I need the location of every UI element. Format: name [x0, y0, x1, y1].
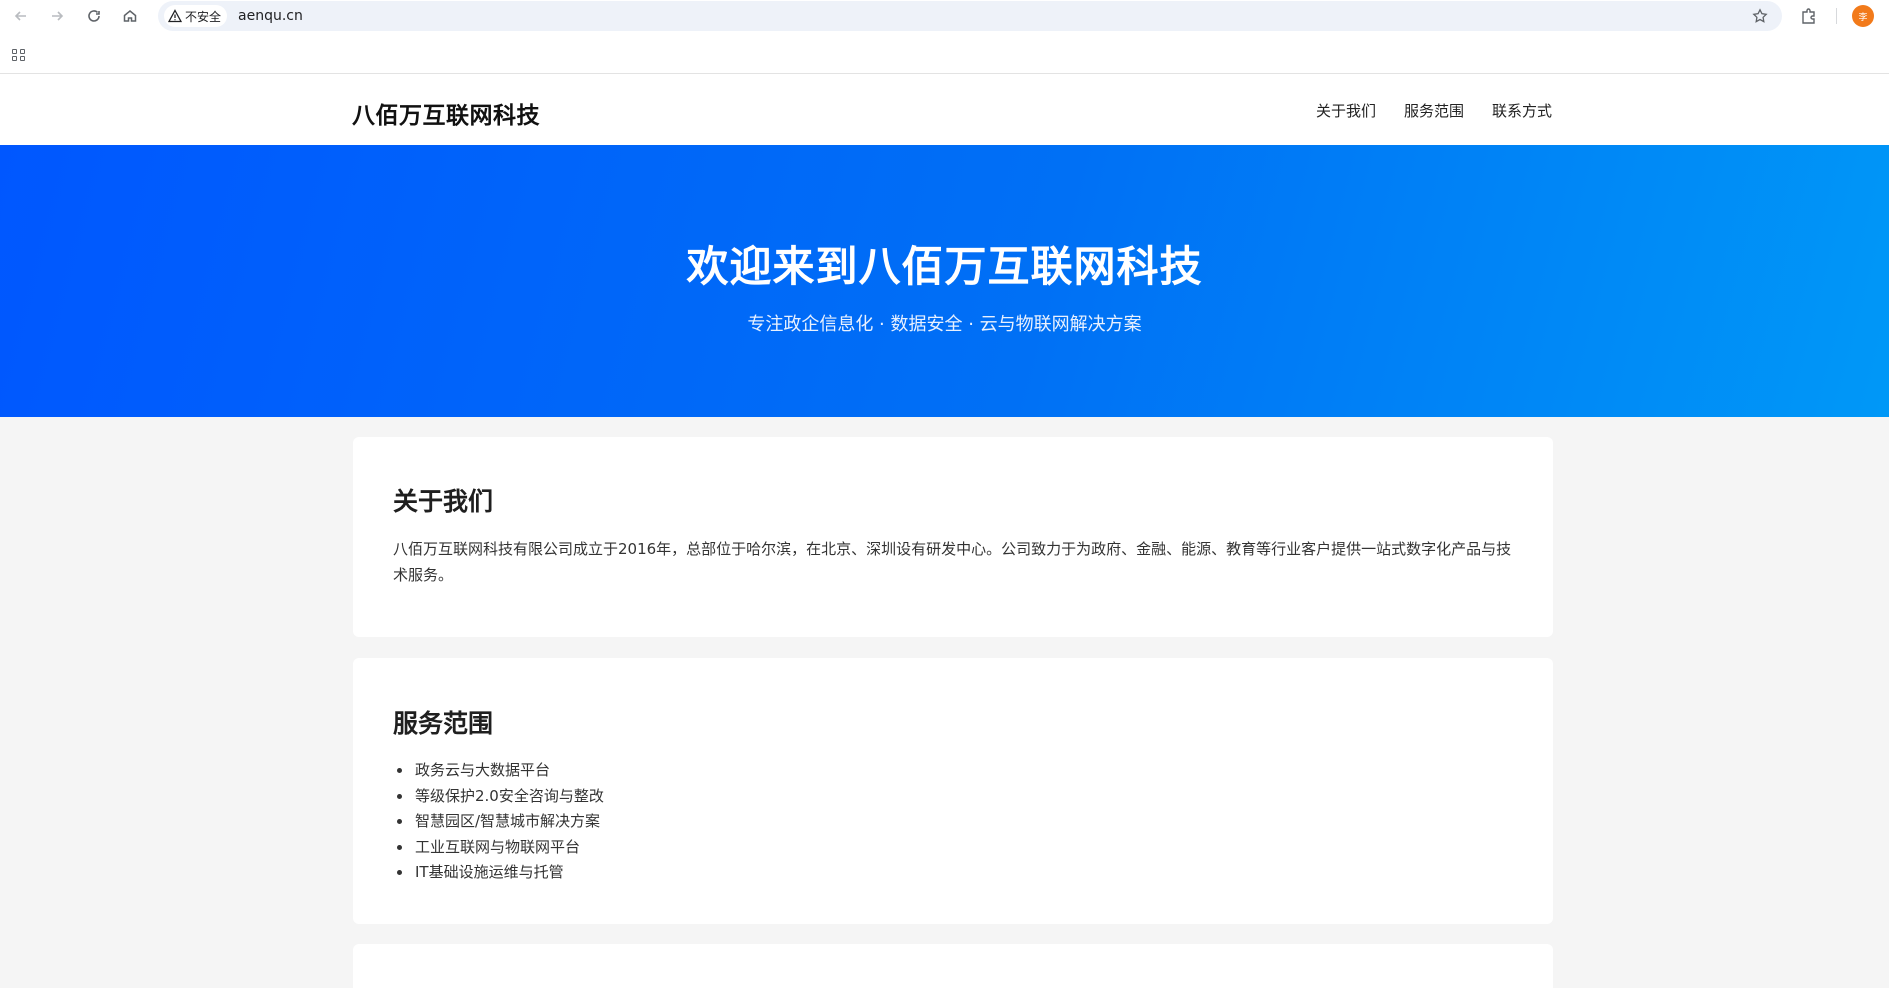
list-item: 智慧园区/智慧城市解决方案: [413, 809, 604, 835]
back-icon[interactable]: [9, 4, 33, 28]
profile-avatar[interactable]: 李: [1852, 5, 1874, 27]
apps-grid-icon[interactable]: [10, 46, 28, 64]
bookmark-star-icon[interactable]: [1750, 6, 1770, 26]
reload-icon[interactable]: [82, 4, 106, 28]
security-label: 不安全: [185, 9, 222, 24]
list-item: IT基础设施运维与托管: [413, 860, 604, 886]
address-bar[interactable]: 不安全 aenqu.cn: [158, 1, 1782, 31]
forward-icon[interactable]: [45, 4, 69, 28]
hero-title: 欢迎来到八佰万互联网科技: [686, 242, 1203, 291]
site-nav: 关于我们 服务范围 联系方式: [1316, 100, 1552, 121]
home-icon[interactable]: [118, 4, 142, 28]
nav-link-services[interactable]: 服务范围: [1404, 100, 1464, 121]
contact-card: [353, 944, 1553, 988]
list-item: 工业互联网与物联网平台: [413, 835, 604, 861]
nav-link-contact[interactable]: 联系方式: [1492, 100, 1552, 121]
list-item: 等级保护2.0安全咨询与整改: [413, 784, 604, 810]
url-text[interactable]: aenqu.cn: [238, 8, 303, 24]
about-text: 八佰万互联网科技有限公司成立于2016年，总部位于哈尔滨，在北京、深圳设有研发中…: [393, 540, 1512, 584]
warning-icon: [168, 9, 182, 23]
site-header: 八佰万互联网科技 关于我们 服务范围 联系方式: [0, 74, 1889, 145]
browser-chrome: 不安全 aenqu.cn 李: [0, 0, 1889, 74]
toolbar-divider: [1836, 8, 1837, 24]
services-card: 服务范围 政务云与大数据平台 等级保护2.0安全咨询与整改 智慧园区/智慧城市解…: [353, 658, 1553, 924]
services-list: 政务云与大数据平台 等级保护2.0安全咨询与整改 智慧园区/智慧城市解决方案 工…: [413, 758, 604, 886]
browser-toolbar: 不安全 aenqu.cn 李: [0, 0, 1889, 32]
hero-subtitle: 专注政企信息化 · 数据安全 · 云与物联网解决方案: [747, 314, 1142, 335]
about-heading: 关于我们: [393, 487, 494, 516]
extensions-icon[interactable]: [1797, 4, 1821, 28]
hero-banner: 欢迎来到八佰万互联网科技 专注政企信息化 · 数据安全 · 云与物联网解决方案: [0, 145, 1889, 417]
bookmarks-bar: [0, 40, 1889, 70]
site-logo[interactable]: 八佰万互联网科技: [352, 96, 540, 130]
security-indicator[interactable]: 不安全: [164, 5, 228, 27]
list-item: 政务云与大数据平台: [413, 758, 604, 784]
services-heading: 服务范围: [393, 709, 494, 738]
about-card: 关于我们 八佰万互联网科技有限公司成立于2016年，总部位于哈尔滨，在北京、深圳…: [353, 437, 1553, 637]
nav-link-about[interactable]: 关于我们: [1316, 100, 1376, 121]
